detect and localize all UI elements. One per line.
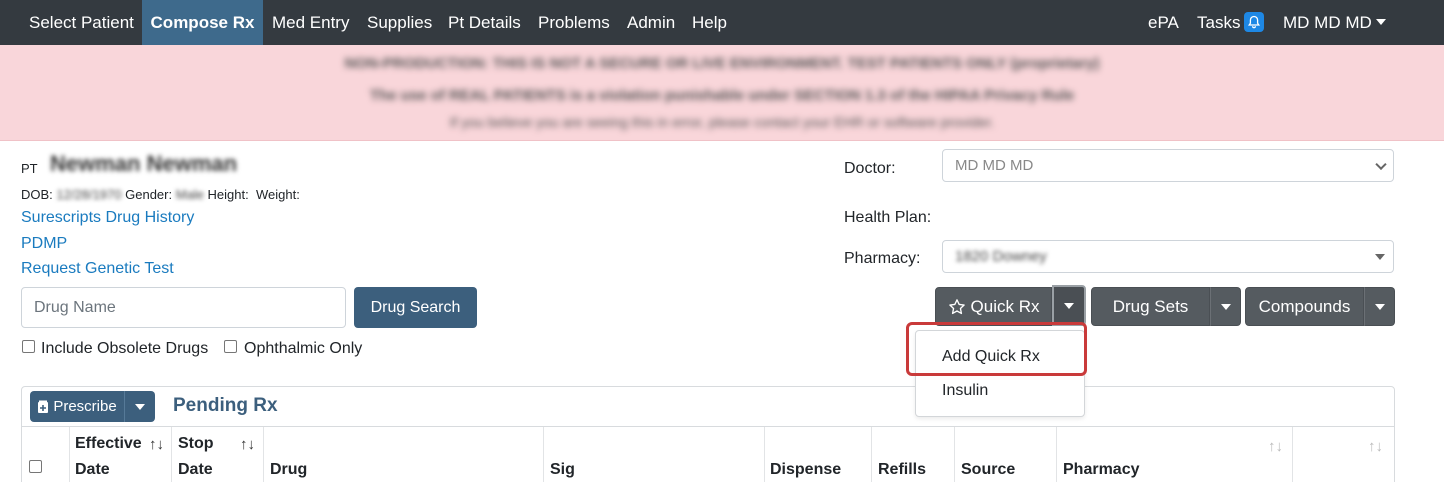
banner-line-1: NON-PRODUCTION: THIS IS NOT A SECURE OR … bbox=[344, 55, 1100, 72]
highlight-box bbox=[906, 322, 1087, 376]
column-header-line: Stop bbox=[178, 435, 214, 452]
prescribe-label: Prescribe bbox=[53, 398, 117, 415]
environment-warning-banner: NON-PRODUCTION: THIS IS NOT A SECURE OR … bbox=[0, 45, 1444, 141]
column-divider bbox=[171, 427, 172, 482]
column-divider bbox=[871, 427, 872, 482]
chevron-down-icon bbox=[135, 403, 145, 410]
gender-label: Gender: bbox=[125, 187, 173, 202]
column-divider bbox=[1292, 427, 1293, 482]
column-divider bbox=[764, 427, 765, 482]
include-obsolete-label: Include Obsolete Drugs bbox=[41, 340, 209, 357]
doctor-select-value: MD MD MD bbox=[955, 157, 1034, 174]
select-all-checkbox[interactable] bbox=[29, 460, 42, 473]
column-header-dispense[interactable]: Dispense bbox=[770, 457, 841, 482]
drug-sets-dropdown-toggle[interactable] bbox=[1210, 287, 1241, 326]
bell-icon bbox=[1244, 11, 1265, 32]
pharmacy-select[interactable]: 1820 Downey bbox=[942, 240, 1394, 273]
menu-item-insulin[interactable]: Insulin bbox=[942, 382, 988, 400]
chevron-down-icon bbox=[1374, 303, 1385, 310]
nav-pt-details[interactable]: Pt Details bbox=[440, 0, 529, 45]
pharmacy-label: Pharmacy: bbox=[844, 250, 921, 267]
column-divider bbox=[543, 427, 544, 482]
column-header-line: Effective bbox=[75, 435, 142, 452]
nav-select-patient[interactable]: Select Patient bbox=[21, 0, 142, 45]
quick-rx-dropdown-toggle[interactable] bbox=[1052, 285, 1086, 326]
height-label: Height: bbox=[207, 187, 249, 202]
quick-rx-label: Quick Rx bbox=[970, 296, 1040, 316]
patient-name: Newman Newman bbox=[50, 151, 238, 176]
patient-demographics: DOB: 12/28/1970 Gender: Male Height: Wei… bbox=[21, 187, 300, 202]
column-header-sig[interactable]: Sig bbox=[550, 457, 575, 482]
nav-supplies[interactable]: Supplies bbox=[359, 0, 440, 45]
nav-admin[interactable]: Admin bbox=[619, 0, 683, 45]
sort-icon[interactable]: ↑↓ bbox=[149, 436, 164, 453]
prescription-icon bbox=[38, 400, 49, 413]
column-header-effective-date[interactable]: Effective Date bbox=[75, 431, 142, 482]
drug-name-input[interactable]: Drug Name bbox=[21, 287, 346, 328]
nav-help[interactable]: Help bbox=[684, 0, 735, 45]
drug-name-placeholder: Drug Name bbox=[34, 298, 116, 316]
compose-rx-page: Select Patient Compose Rx Med Entry Supp… bbox=[0, 0, 1444, 482]
compounds-button[interactable]: Compounds bbox=[1245, 287, 1364, 326]
nav-user-name: MD MD MD bbox=[1283, 13, 1372, 32]
gender-value: Male bbox=[175, 187, 204, 202]
drug-sets-button[interactable]: Drug Sets bbox=[1091, 287, 1210, 326]
column-header-line: Date bbox=[178, 461, 213, 478]
request-genetic-test-link[interactable]: Request Genetic Test bbox=[21, 260, 174, 278]
pending-rx-title: Pending Rx bbox=[173, 395, 278, 416]
drug-search-button[interactable]: Drug Search bbox=[354, 287, 477, 328]
weight-label: Weight: bbox=[255, 187, 300, 202]
doctor-select[interactable]: MD MD MD bbox=[942, 149, 1394, 182]
top-navbar: Select Patient Compose Rx Med Entry Supp… bbox=[0, 0, 1444, 45]
column-divider bbox=[69, 427, 70, 482]
nav-tasks[interactable]: Tasks bbox=[1189, 0, 1272, 45]
sort-icon[interactable]: ↑↓ bbox=[1268, 438, 1283, 455]
quick-rx-button[interactable]: Quick Rx bbox=[935, 287, 1052, 326]
compounds-dropdown-toggle[interactable] bbox=[1364, 287, 1395, 326]
chevron-down-icon bbox=[1375, 158, 1387, 170]
column-header-source[interactable]: Source bbox=[961, 457, 1015, 482]
column-header-stop-date[interactable]: Stop Date bbox=[178, 431, 214, 482]
pharmacy-select-value: 1820 Downey bbox=[955, 248, 1047, 265]
pending-rx-header-divider bbox=[22, 426, 1394, 427]
ophthalmic-only-checkbox[interactable] bbox=[224, 340, 237, 353]
include-obsolete-checkbox[interactable] bbox=[22, 340, 35, 353]
nav-user-menu[interactable]: MD MD MD bbox=[1275, 0, 1394, 45]
chevron-down-icon bbox=[1064, 302, 1074, 309]
sort-icon[interactable]: ↑↓ bbox=[240, 436, 255, 453]
chevron-down-icon bbox=[1375, 253, 1385, 260]
dob-label: DOB: bbox=[21, 187, 53, 202]
surescripts-drug-history-link[interactable]: Surescripts Drug History bbox=[21, 209, 194, 227]
prescribe-button[interactable]: Prescribe bbox=[30, 391, 124, 422]
column-divider bbox=[263, 427, 264, 482]
pdmp-link[interactable]: PDMP bbox=[21, 235, 67, 253]
drug-search-label: Drug Search bbox=[370, 298, 461, 316]
ophthalmic-only-label: Ophthalmic Only bbox=[244, 340, 363, 357]
nav-problems[interactable]: Problems bbox=[530, 0, 618, 45]
prescribe-dropdown-toggle[interactable] bbox=[124, 391, 155, 422]
pt-label: PT bbox=[21, 161, 38, 176]
nav-compose-rx[interactable]: Compose Rx bbox=[142, 0, 263, 45]
health-plan-label: Health Plan: bbox=[844, 209, 932, 226]
nav-med-entry[interactable]: Med Entry bbox=[264, 0, 357, 45]
doctor-label: Doctor: bbox=[844, 160, 896, 177]
banner-line-2: The use of REAL PATIENTS is a violation … bbox=[369, 87, 1075, 104]
banner-line-3: If you believe you are seeing this in er… bbox=[449, 114, 995, 130]
column-header-pharmacy[interactable]: Pharmacy bbox=[1063, 457, 1140, 482]
column-header-refills[interactable]: Refills bbox=[878, 457, 926, 482]
dob-value: 12/28/1970 bbox=[56, 187, 122, 202]
star-icon bbox=[948, 298, 965, 314]
column-divider bbox=[954, 427, 955, 482]
column-header-line: Date bbox=[75, 461, 110, 478]
compounds-label: Compounds bbox=[1258, 296, 1351, 316]
nav-epa[interactable]: ePA bbox=[1140, 0, 1187, 45]
drug-sets-label: Drug Sets bbox=[1112, 296, 1189, 316]
column-header-drug[interactable]: Drug bbox=[270, 457, 307, 482]
chevron-down-icon bbox=[1220, 303, 1231, 310]
sort-icon[interactable]: ↑↓ bbox=[1368, 438, 1383, 455]
chevron-down-icon bbox=[1375, 18, 1386, 25]
nav-tasks-label: Tasks bbox=[1197, 13, 1241, 32]
column-divider bbox=[1056, 427, 1057, 482]
